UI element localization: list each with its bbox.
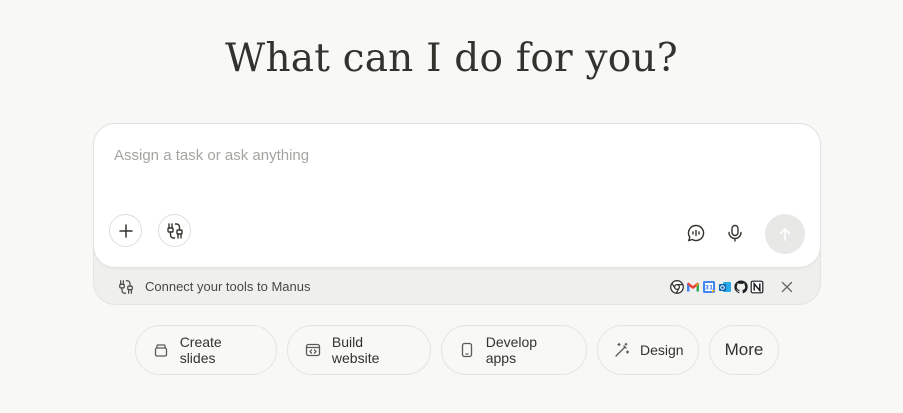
more-label: More bbox=[724, 340, 764, 359]
close-icon bbox=[781, 281, 793, 293]
arrow-up-icon bbox=[779, 228, 791, 241]
develop-apps-chip[interactable]: Develop apps bbox=[441, 325, 587, 375]
more-chip[interactable]: More bbox=[709, 325, 779, 375]
microphone-button[interactable] bbox=[720, 218, 750, 248]
google-calendar-icon: 31 bbox=[703, 281, 715, 293]
connectors-button[interactable] bbox=[158, 214, 191, 247]
notion-icon bbox=[750, 280, 764, 294]
design-label: Design bbox=[640, 342, 684, 358]
chrome-icon bbox=[670, 280, 684, 294]
plus-icon bbox=[118, 223, 133, 238]
plug-icon bbox=[119, 280, 133, 294]
composer-input-area bbox=[93, 123, 821, 268]
outlook-icon bbox=[719, 282, 731, 292]
task-composer: Connect your tools to Manus 31 bbox=[93, 123, 821, 305]
task-input[interactable] bbox=[114, 144, 794, 166]
create-slides-chip[interactable]: Create slides bbox=[135, 325, 277, 375]
tool-icons-row: 31 bbox=[669, 279, 765, 295]
dismiss-connect-button[interactable] bbox=[778, 278, 796, 296]
connect-tools-label: Connect your tools to Manus bbox=[145, 279, 311, 294]
gmail-icon bbox=[687, 282, 699, 292]
voice-chat-button[interactable] bbox=[681, 218, 711, 248]
voice-chat-icon bbox=[687, 224, 705, 242]
build-website-label: Build website bbox=[331, 334, 380, 366]
build-website-chip[interactable]: Build website bbox=[287, 325, 431, 375]
connect-tools-bar[interactable]: Connect your tools to Manus 31 bbox=[94, 269, 820, 304]
create-slides-label: Create slides bbox=[179, 334, 222, 366]
github-icon bbox=[734, 280, 748, 294]
plug-icon bbox=[166, 222, 183, 239]
send-button[interactable] bbox=[765, 214, 805, 254]
phone-icon bbox=[458, 341, 476, 359]
page-headline: What can I do for you? bbox=[225, 36, 678, 81]
develop-apps-label: Develop apps bbox=[485, 334, 538, 366]
microphone-icon bbox=[728, 224, 742, 242]
add-attachment-button[interactable] bbox=[109, 214, 142, 247]
slides-icon bbox=[152, 341, 170, 359]
magic-wand-icon bbox=[614, 341, 630, 359]
svg-text:31: 31 bbox=[705, 285, 713, 292]
website-icon bbox=[304, 341, 322, 359]
design-chip[interactable]: Design bbox=[597, 325, 699, 375]
